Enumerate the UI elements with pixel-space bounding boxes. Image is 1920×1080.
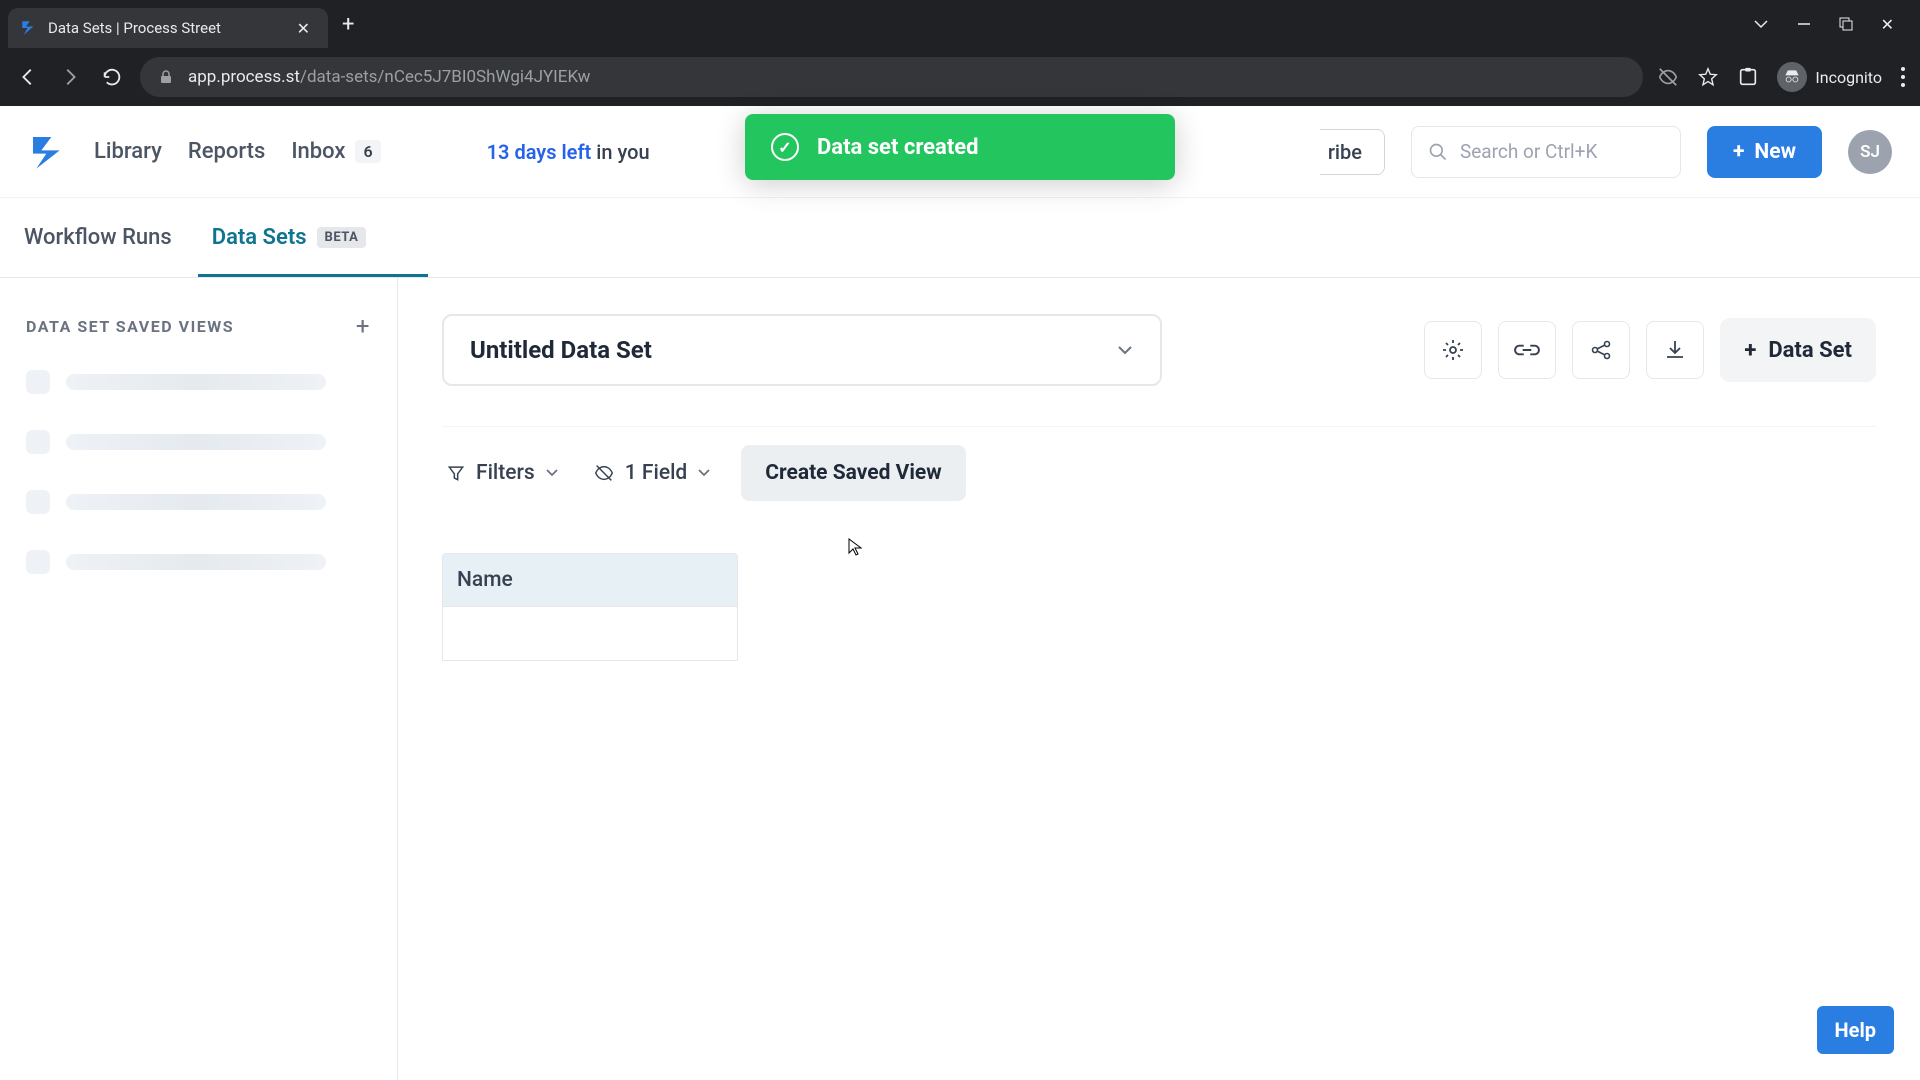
column-header-name[interactable]: Name	[442, 553, 738, 607]
toast-message: Data set created	[817, 135, 979, 160]
skeleton-row	[26, 550, 371, 574]
skeleton-line	[66, 374, 326, 390]
inbox-count-badge: 6	[355, 140, 380, 163]
tab-data-sets-label: Data Sets	[212, 225, 307, 250]
content-top-row: Untitled Data Set + Data Set	[442, 314, 1876, 386]
chevron-down-icon	[545, 466, 559, 480]
bookmark-star-icon[interactable]	[1697, 66, 1719, 88]
tab-data-sets[interactable]: Data Sets BETA	[212, 198, 367, 277]
eye-off-icon[interactable]	[1657, 66, 1679, 88]
chevron-down-icon	[697, 466, 711, 480]
filters-dropdown[interactable]: Filters	[442, 451, 563, 495]
close-tab-icon[interactable]: ✕	[291, 17, 316, 40]
window-controls: ✕	[1753, 15, 1912, 34]
plus-icon: +	[1733, 140, 1744, 164]
incognito-label: Incognito	[1815, 68, 1882, 87]
app-logo[interactable]	[28, 132, 68, 172]
skeleton-box	[26, 490, 50, 514]
share-button[interactable]	[1572, 321, 1630, 379]
data-table: Name	[442, 553, 1876, 661]
url-path: /data-sets/nCec5J7BI0ShWgi4JYIEKw	[300, 67, 590, 87]
dataset-name: Untitled Data Set	[470, 336, 652, 364]
browser-chrome: Data Sets | Process Street ✕ + ✕ app.pro…	[0, 0, 1920, 106]
link-workflow-button[interactable]	[1498, 321, 1556, 379]
main-content: DATA SET SAVED VIEWS + Untitled Data Set…	[0, 278, 1920, 1080]
skeleton-row	[26, 490, 371, 514]
global-search-input[interactable]: Search or Ctrl+K	[1411, 126, 1681, 178]
url-field[interactable]: app.process.st/data-sets/nCec5J7BI0ShWgi…	[140, 57, 1643, 97]
skeleton-row	[26, 430, 371, 454]
browser-tab-bar: Data Sets | Process Street ✕ + ✕	[0, 0, 1920, 48]
incognito-icon	[1777, 62, 1807, 92]
add-saved-view-button[interactable]: +	[356, 312, 371, 340]
inbox-label: Inbox	[291, 139, 345, 164]
forward-button[interactable]	[56, 63, 84, 91]
sidebar-header: DATA SET SAVED VIEWS +	[26, 312, 371, 340]
search-icon	[1428, 142, 1448, 162]
column-header-label: Name	[457, 568, 513, 592]
url-host: app.process.st	[188, 67, 300, 87]
sidebar-title: DATA SET SAVED VIEWS	[26, 317, 234, 336]
settings-button[interactable]	[1424, 321, 1482, 379]
check-circle-icon: ✓	[771, 133, 799, 161]
sub-tabs: Workflow Runs Data Sets BETA	[0, 198, 1920, 278]
address-bar: app.process.st/data-sets/nCec5J7BI0ShWgi…	[0, 48, 1920, 106]
help-button[interactable]: Help	[1817, 1006, 1894, 1054]
fields-label: 1 Field	[625, 461, 688, 485]
success-toast: ✓ Data set created	[745, 114, 1175, 180]
empty-cell[interactable]	[442, 607, 738, 661]
skeleton-line	[66, 554, 326, 570]
trial-banner: 13 days left in you	[487, 140, 650, 164]
close-window-icon[interactable]: ✕	[1881, 15, 1894, 34]
skeleton-line	[66, 434, 326, 450]
new-dataset-button[interactable]: + Data Set	[1720, 318, 1876, 382]
chevron-down-icon	[1116, 341, 1134, 359]
nav-inbox[interactable]: Inbox 6	[291, 139, 380, 164]
tab-title: Data Sets | Process Street	[48, 19, 281, 37]
reload-button[interactable]	[98, 63, 126, 91]
skeleton-box	[26, 430, 50, 454]
skeleton-row	[26, 370, 371, 394]
new-button[interactable]: + New	[1707, 126, 1822, 178]
subscribe-button[interactable]: ribe	[1320, 129, 1385, 175]
create-saved-view-button[interactable]: Create Saved View	[741, 445, 965, 501]
plus-icon: +	[1744, 338, 1756, 363]
user-avatar[interactable]: SJ	[1848, 130, 1892, 174]
content-area: Untitled Data Set + Data Set Filters 1 F…	[398, 278, 1920, 1080]
nav-reports[interactable]: Reports	[188, 139, 265, 164]
toolbar-row: Filters 1 Field Create Saved View	[442, 426, 1876, 519]
skeleton-box	[26, 550, 50, 574]
skeleton-box	[26, 370, 50, 394]
sidebar: DATA SET SAVED VIEWS +	[0, 278, 398, 1080]
trial-suffix: in you	[591, 140, 649, 164]
nav-library[interactable]: Library	[94, 139, 162, 164]
new-tab-button[interactable]: +	[342, 12, 354, 37]
lock-icon	[158, 69, 174, 85]
eye-off-icon	[593, 462, 615, 484]
skeleton-line	[66, 494, 326, 510]
kebab-menu-icon[interactable]	[1900, 66, 1906, 88]
back-button[interactable]	[14, 63, 42, 91]
search-placeholder: Search or Ctrl+K	[1460, 140, 1597, 163]
help-label: Help	[1835, 1018, 1876, 1042]
minimize-icon[interactable]	[1797, 17, 1811, 31]
new-dataset-label: Data Set	[1768, 338, 1852, 363]
fields-dropdown[interactable]: 1 Field	[589, 451, 716, 495]
filter-icon	[446, 463, 466, 483]
filters-label: Filters	[476, 461, 535, 485]
beta-badge: BETA	[317, 227, 367, 248]
trial-days: 13 days left	[487, 140, 592, 164]
extensions-icon[interactable]	[1737, 66, 1759, 88]
incognito-indicator[interactable]: Incognito	[1777, 62, 1882, 92]
download-button[interactable]	[1646, 321, 1704, 379]
process-street-favicon	[20, 19, 38, 37]
new-label: New	[1754, 140, 1796, 164]
tab-search-icon[interactable]	[1753, 16, 1769, 32]
avatar-initials: SJ	[1860, 142, 1880, 162]
create-saved-view-label: Create Saved View	[765, 461, 941, 485]
dataset-selector[interactable]: Untitled Data Set	[442, 314, 1162, 386]
tab-workflow-runs[interactable]: Workflow Runs	[24, 198, 172, 277]
maximize-icon[interactable]	[1839, 17, 1853, 31]
browser-tab[interactable]: Data Sets | Process Street ✕	[8, 8, 328, 48]
